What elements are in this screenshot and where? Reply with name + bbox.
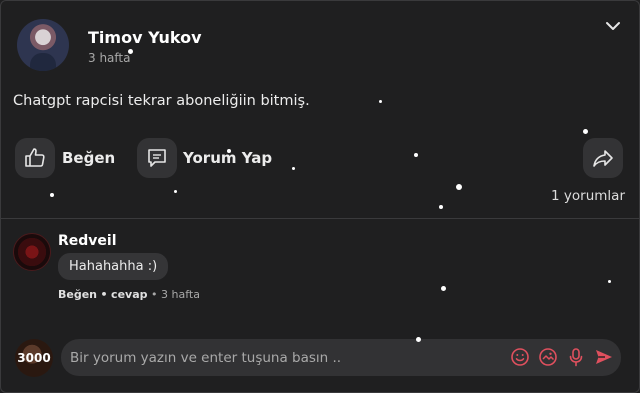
post-card: Timov Yukov 3 hafta Chatgpt rapcisi tekr…: [0, 0, 640, 393]
emoji-icon[interactable]: [510, 347, 530, 367]
snow-particle: [441, 286, 446, 291]
snow-particle: [174, 190, 177, 193]
comment-reply-link[interactable]: cevap: [111, 288, 147, 301]
post-text: Chatgpt rapcisi tekrar aboneliğiin bitmi…: [13, 93, 310, 109]
snow-particle: [583, 129, 588, 134]
share-button[interactable]: [583, 138, 623, 178]
share-icon: [593, 150, 613, 167]
user-avatar[interactable]: 3000: [15, 339, 53, 377]
like-button[interactable]: [15, 138, 55, 178]
snow-particle: [416, 337, 421, 342]
divider: [1, 218, 639, 219]
comment-time: 3 hafta: [161, 288, 200, 301]
comment-input[interactable]: [61, 339, 621, 376]
snow-particle: [439, 205, 443, 209]
snow-particle: [227, 149, 231, 153]
like-label[interactable]: Beğen: [62, 149, 115, 167]
microphone-icon[interactable]: [566, 347, 586, 367]
commenter-name[interactable]: Redveil: [58, 233, 117, 249]
snow-particle: [292, 167, 295, 170]
send-icon[interactable]: [594, 347, 614, 367]
meta-separator: •: [100, 288, 108, 301]
sticker-icon[interactable]: [538, 347, 558, 367]
author-name[interactable]: Timov Yukov: [88, 28, 202, 47]
comment-button[interactable]: [137, 138, 177, 178]
comment-meta: Beğen • cevap • 3 hafta: [58, 288, 200, 301]
comment-like-link[interactable]: Beğen: [58, 288, 97, 301]
commenter-avatar[interactable]: [13, 233, 51, 271]
author-avatar[interactable]: [17, 19, 69, 71]
meta-separator: •: [151, 288, 158, 301]
snow-particle: [50, 193, 54, 197]
user-avatar-text: 3000: [17, 351, 51, 365]
comment-icon: [148, 149, 166, 167]
thumbs-up-icon: [25, 148, 45, 167]
snow-particle: [379, 100, 382, 103]
chevron-down-icon[interactable]: [604, 17, 622, 35]
comments-count[interactable]: 1 yorumlar: [551, 188, 625, 204]
post-time: 3 hafta: [88, 51, 131, 65]
snow-particle: [608, 280, 611, 283]
comment-bubble: Hahahahha :): [58, 253, 169, 280]
snow-particle: [414, 153, 418, 157]
snow-particle: [456, 184, 462, 190]
snow-particle: [128, 49, 133, 54]
